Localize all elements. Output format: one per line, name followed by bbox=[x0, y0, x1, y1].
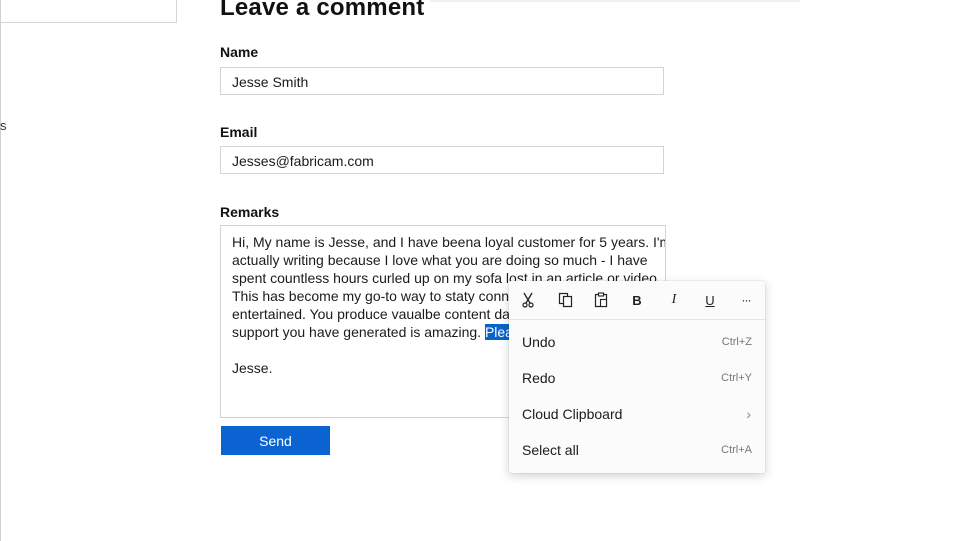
remarks-line: Hi, My name is Jesse, and I have beena l… bbox=[232, 234, 666, 250]
copy-button[interactable] bbox=[555, 290, 575, 310]
left-panel-box bbox=[0, 0, 177, 23]
italic-button[interactable]: I bbox=[664, 290, 684, 310]
menu-item-shortcut: Ctrl+A bbox=[721, 444, 752, 456]
underline-button[interactable]: U bbox=[700, 290, 720, 310]
context-menu-toolbar: B I U ··· bbox=[509, 281, 765, 320]
menu-item-shortcut: Ctrl+Z bbox=[721, 336, 752, 348]
menu-item-cloud-clipboard[interactable]: Cloud Clipboard › bbox=[509, 397, 765, 431]
remarks-label: Remarks bbox=[220, 204, 280, 220]
remarks-line: support you have generated is amazing. bbox=[232, 324, 485, 340]
chevron-right-icon: › bbox=[746, 406, 751, 422]
menu-item-label: Undo bbox=[522, 334, 556, 350]
name-input[interactable]: Jesse Smith bbox=[220, 67, 664, 95]
copy-icon bbox=[558, 292, 572, 308]
menu-item-undo[interactable]: Undo Ctrl+Z bbox=[509, 325, 765, 359]
paste-icon bbox=[594, 292, 607, 308]
send-button[interactable]: Send bbox=[221, 426, 330, 455]
menu-item-select-all[interactable]: Select all Ctrl+A bbox=[509, 433, 765, 467]
paste-button[interactable] bbox=[591, 290, 611, 310]
bold-button[interactable]: B bbox=[627, 290, 647, 310]
context-menu: B I U ··· Undo Ctrl+Z Redo Ctrl+Y Cloud … bbox=[509, 281, 765, 473]
menu-item-label: Select all bbox=[522, 442, 579, 458]
top-stripe bbox=[430, 0, 800, 2]
cut-button[interactable] bbox=[518, 290, 538, 310]
page-title: Leave a comment bbox=[220, 0, 425, 21]
email-label: Email bbox=[220, 124, 258, 140]
more-options-button[interactable]: ··· bbox=[736, 290, 756, 310]
menu-item-label: Cloud Clipboard bbox=[522, 406, 623, 422]
window-left-edge bbox=[0, 0, 1, 541]
remarks-line: actually writing because I love what you… bbox=[232, 252, 648, 268]
scissors-icon bbox=[522, 292, 534, 308]
left-text-fragment: s bbox=[0, 118, 7, 133]
menu-item-shortcut: Ctrl+Y bbox=[721, 372, 752, 384]
name-label: Name bbox=[220, 44, 259, 60]
menu-item-redo[interactable]: Redo Ctrl+Y bbox=[509, 361, 765, 395]
email-input[interactable]: Jesses@fabricam.com bbox=[220, 146, 664, 174]
menu-item-label: Redo bbox=[522, 370, 556, 386]
